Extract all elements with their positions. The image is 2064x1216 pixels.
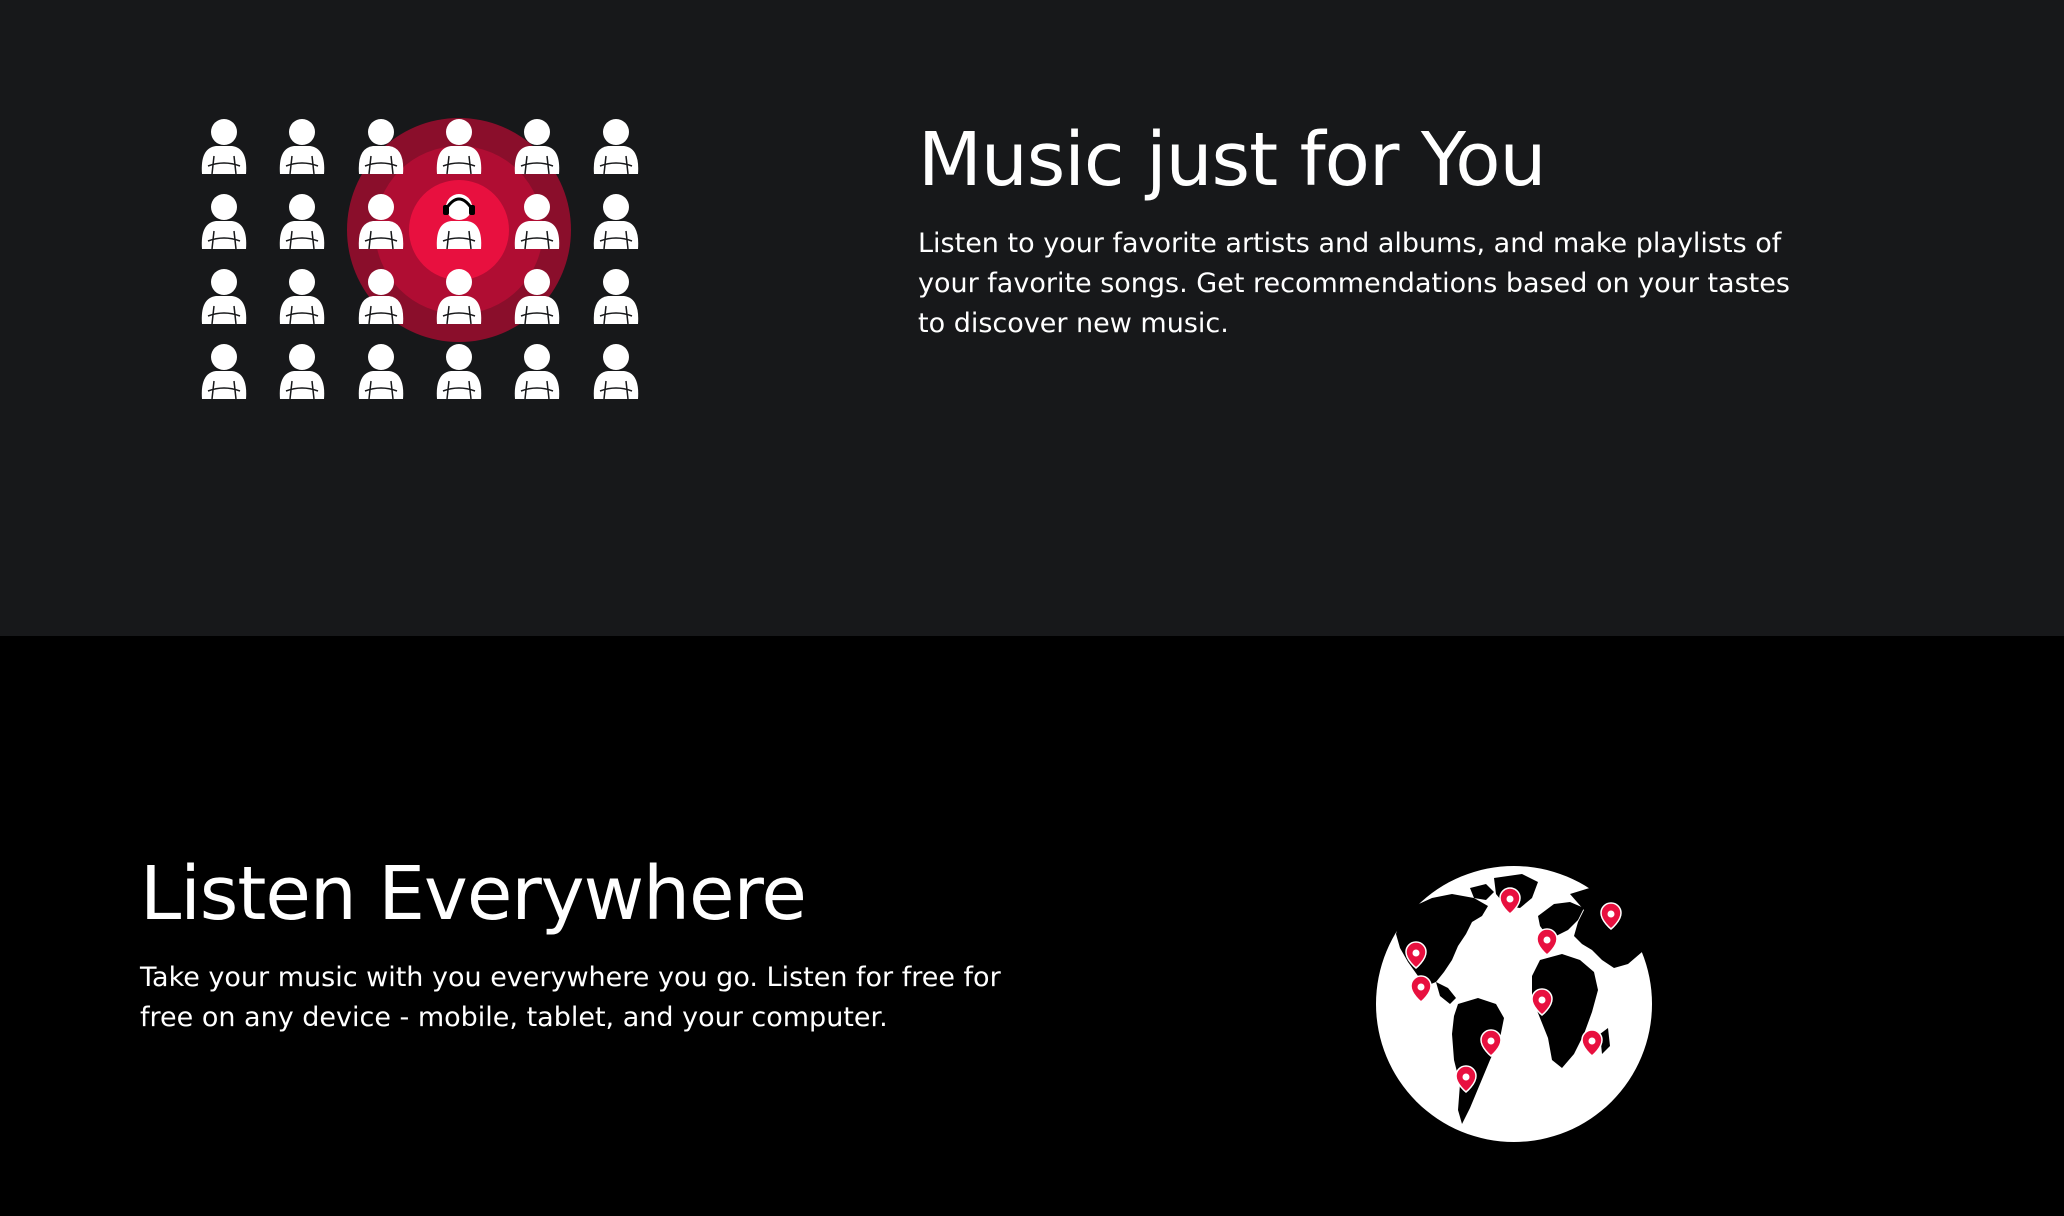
person-icon <box>593 344 639 400</box>
feature-description: Take your music with you everywhere you … <box>140 962 1001 1033</box>
person-icon <box>279 344 325 400</box>
person-icon <box>201 269 247 325</box>
person-icon <box>279 119 325 175</box>
feature-heading: Music just for You <box>918 117 1546 203</box>
globe-pins-illustration <box>1370 864 1660 1144</box>
feature-text-personalized: Music just for You Listen to your favori… <box>918 112 1818 344</box>
feature-section-personalized: Music just for You Listen to your favori… <box>0 0 2064 636</box>
people-target-illustration <box>196 118 646 418</box>
person-icon <box>279 269 325 325</box>
person-icon <box>593 119 639 175</box>
feature-text-everywhere: Listen Everywhere Take your music with y… <box>140 846 1020 1038</box>
person-icon <box>201 344 247 400</box>
person-icon <box>279 194 325 250</box>
feature-heading: Listen Everywhere <box>140 851 807 937</box>
globe-icon <box>1376 866 1652 1142</box>
person-icon <box>436 344 482 400</box>
person-icon <box>593 269 639 325</box>
person-icon <box>358 344 404 400</box>
person-icon <box>201 194 247 250</box>
people-grid-icon <box>201 118 639 400</box>
person-icon <box>593 194 639 250</box>
person-icon <box>514 344 560 400</box>
person-icon <box>201 119 247 175</box>
feature-description: Listen to your favorite artists and albu… <box>918 228 1790 339</box>
